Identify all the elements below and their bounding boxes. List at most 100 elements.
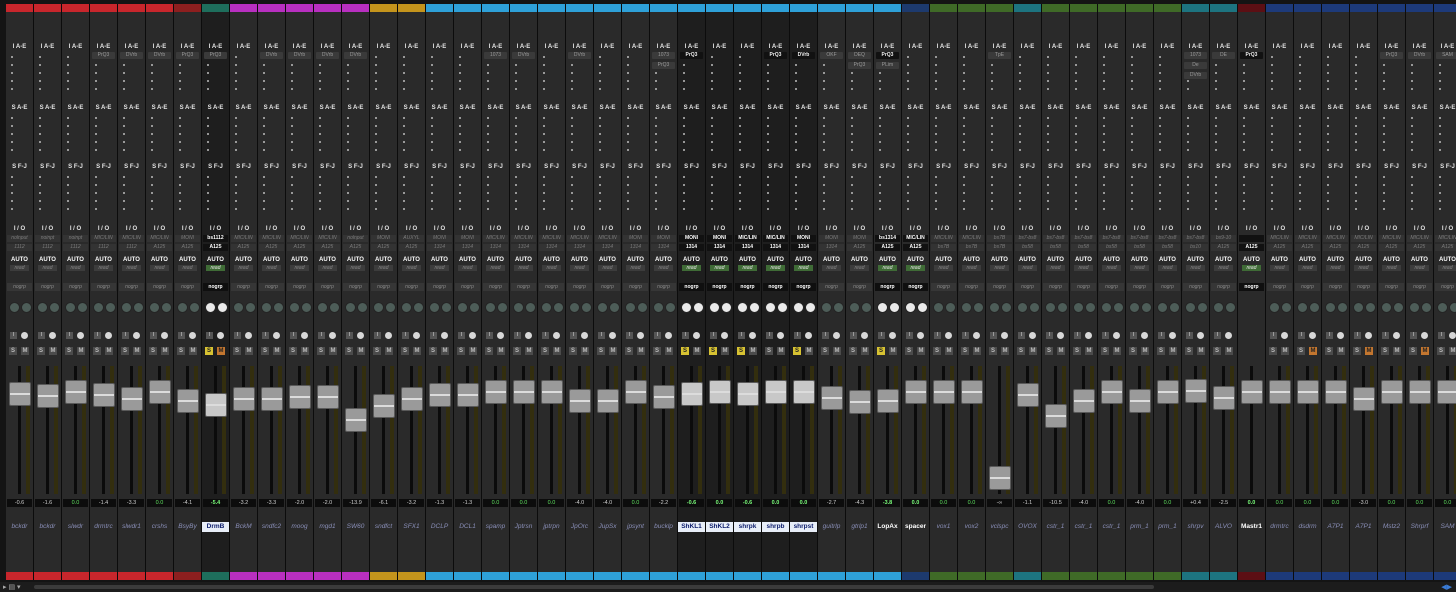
track-color-bar[interactable]	[678, 4, 705, 12]
automation-mode[interactable]: AUTO	[343, 256, 368, 264]
volume-fader[interactable]	[233, 387, 255, 411]
insert-slots[interactable]	[599, 56, 601, 96]
pan-knob-left[interactable]	[877, 302, 888, 313]
send-slots-fj[interactable]	[375, 176, 377, 216]
insert-slots[interactable]	[375, 56, 377, 96]
volume-fader[interactable]	[1045, 404, 1067, 428]
group-selector[interactable]: nogrp	[1183, 283, 1208, 291]
automation-mode[interactable]: AUTO	[735, 256, 760, 264]
pan-knob-left[interactable]	[541, 302, 552, 313]
pan-knob-left[interactable]	[1437, 302, 1448, 313]
output-selector[interactable]: A125	[203, 244, 228, 251]
record-arm-button[interactable]	[637, 332, 644, 339]
input-monitor-button[interactable]: I	[346, 332, 353, 339]
group-selector[interactable]: nogrp	[1071, 283, 1096, 291]
track-color-bar-bottom[interactable]	[1070, 572, 1097, 580]
group-selector[interactable]: nogrp	[147, 283, 172, 291]
track-color-bar[interactable]	[174, 4, 201, 12]
input-selector[interactable]: MONI	[847, 235, 872, 242]
automation-mode[interactable]: AUTO	[119, 256, 144, 264]
mute-button[interactable]: M	[1197, 347, 1205, 355]
input-selector[interactable]: MIC/LIN	[1295, 235, 1320, 242]
insert-slots[interactable]	[1355, 56, 1357, 96]
record-arm-button[interactable]	[161, 332, 168, 339]
track-color-bar[interactable]	[986, 4, 1013, 12]
send-slots[interactable]	[851, 117, 853, 157]
track-name[interactable]: cstr_1	[1042, 522, 1069, 532]
track-color-bar-bottom[interactable]	[202, 572, 229, 580]
send-slots-fj[interactable]	[599, 176, 601, 216]
output-selector[interactable]: A125	[1211, 244, 1236, 251]
insert-plugin[interactable]: DVrb	[288, 52, 311, 59]
output-selector[interactable]: bs7B	[931, 244, 956, 251]
send-slots[interactable]	[1271, 117, 1273, 157]
group-selector[interactable]: nogrp	[35, 283, 60, 291]
volume-fader[interactable]	[933, 380, 955, 404]
track-name[interactable]: SW60	[342, 522, 369, 532]
track-name[interactable]: A7P1	[1350, 522, 1377, 532]
pan-knob-left[interactable]	[597, 302, 608, 313]
group-selector[interactable]: nogrp	[483, 283, 508, 291]
automation-read[interactable]: read	[514, 265, 533, 271]
track-color-bar-bottom[interactable]	[1154, 572, 1181, 580]
record-arm-button[interactable]	[1197, 332, 1204, 339]
pan-knob-right[interactable]	[1141, 302, 1152, 313]
automation-mode[interactable]: AUTO	[91, 256, 116, 264]
track-color-bar-bottom[interactable]	[510, 572, 537, 580]
track-name[interactable]: BckM	[230, 522, 257, 532]
track-color-bar[interactable]	[566, 4, 593, 12]
group-selector[interactable]: nogrp	[679, 283, 704, 291]
volume-fader[interactable]	[373, 394, 395, 418]
record-arm-button[interactable]	[917, 332, 924, 339]
pan-knob-right[interactable]	[497, 302, 508, 313]
output-selector[interactable]: bs58	[1099, 244, 1124, 251]
automation-mode[interactable]: AUTO	[231, 256, 256, 264]
solo-button[interactable]: S	[989, 347, 997, 355]
volume-fader[interactable]	[177, 389, 199, 413]
automation-read[interactable]: read	[1186, 265, 1205, 271]
pan-knob-left[interactable]	[1129, 302, 1140, 313]
send-slots[interactable]	[515, 117, 517, 157]
pan-knob-left[interactable]	[9, 302, 20, 313]
pan-knob-left[interactable]	[1325, 302, 1336, 313]
input-monitor-button[interactable]: I	[878, 332, 885, 339]
mute-button[interactable]: M	[441, 347, 449, 355]
record-arm-button[interactable]	[721, 332, 728, 339]
input-monitor-button[interactable]: I	[430, 332, 437, 339]
input-selector[interactable]: MIC/LIN	[315, 235, 340, 242]
group-selector[interactable]: nogrp	[1099, 283, 1124, 291]
volume-fader[interactable]	[1157, 380, 1179, 404]
input-selector[interactable]: MIC/LIN	[539, 235, 564, 242]
track-name[interactable]: sndfc2	[258, 522, 285, 532]
solo-button[interactable]: S	[401, 347, 409, 355]
solo-button[interactable]: S	[569, 347, 577, 355]
group-selector[interactable]: nogrp	[623, 283, 648, 291]
automation-mode[interactable]: AUTO	[1211, 256, 1236, 264]
group-selector[interactable]: nogrp	[1015, 283, 1040, 291]
automation-read[interactable]: read	[542, 265, 561, 271]
output-selector[interactable]: A125	[847, 244, 872, 251]
output-selector[interactable]: 1314	[623, 244, 648, 251]
output-selector[interactable]: bs58	[1043, 244, 1068, 251]
record-arm-button[interactable]	[581, 332, 588, 339]
input-monitor-button[interactable]: I	[234, 332, 241, 339]
automation-mode[interactable]: AUTO	[175, 256, 200, 264]
send-slots[interactable]	[879, 117, 881, 157]
record-arm-button[interactable]	[1001, 332, 1008, 339]
mute-button[interactable]: M	[1141, 347, 1149, 355]
insert-plugin[interactable]: PrQ3	[176, 52, 199, 59]
track-color-bar[interactable]	[706, 4, 733, 12]
input-selector[interactable]: MIC/LIN	[511, 235, 536, 242]
group-selector[interactable]: nogrp	[315, 283, 340, 291]
send-slots[interactable]	[95, 117, 97, 157]
input-monitor-button[interactable]: I	[1102, 332, 1109, 339]
pan-knob-right[interactable]	[385, 302, 396, 313]
input-monitor-button[interactable]: I	[766, 332, 773, 339]
pan-knob-right[interactable]	[1197, 302, 1208, 313]
input-selector[interactable]	[1239, 235, 1264, 242]
automation-read[interactable]: read	[346, 265, 365, 271]
record-arm-button[interactable]	[497, 332, 504, 339]
record-arm-button[interactable]	[441, 332, 448, 339]
group-selector[interactable]: nogrp	[119, 283, 144, 291]
track-color-bar-bottom[interactable]	[1294, 572, 1321, 580]
